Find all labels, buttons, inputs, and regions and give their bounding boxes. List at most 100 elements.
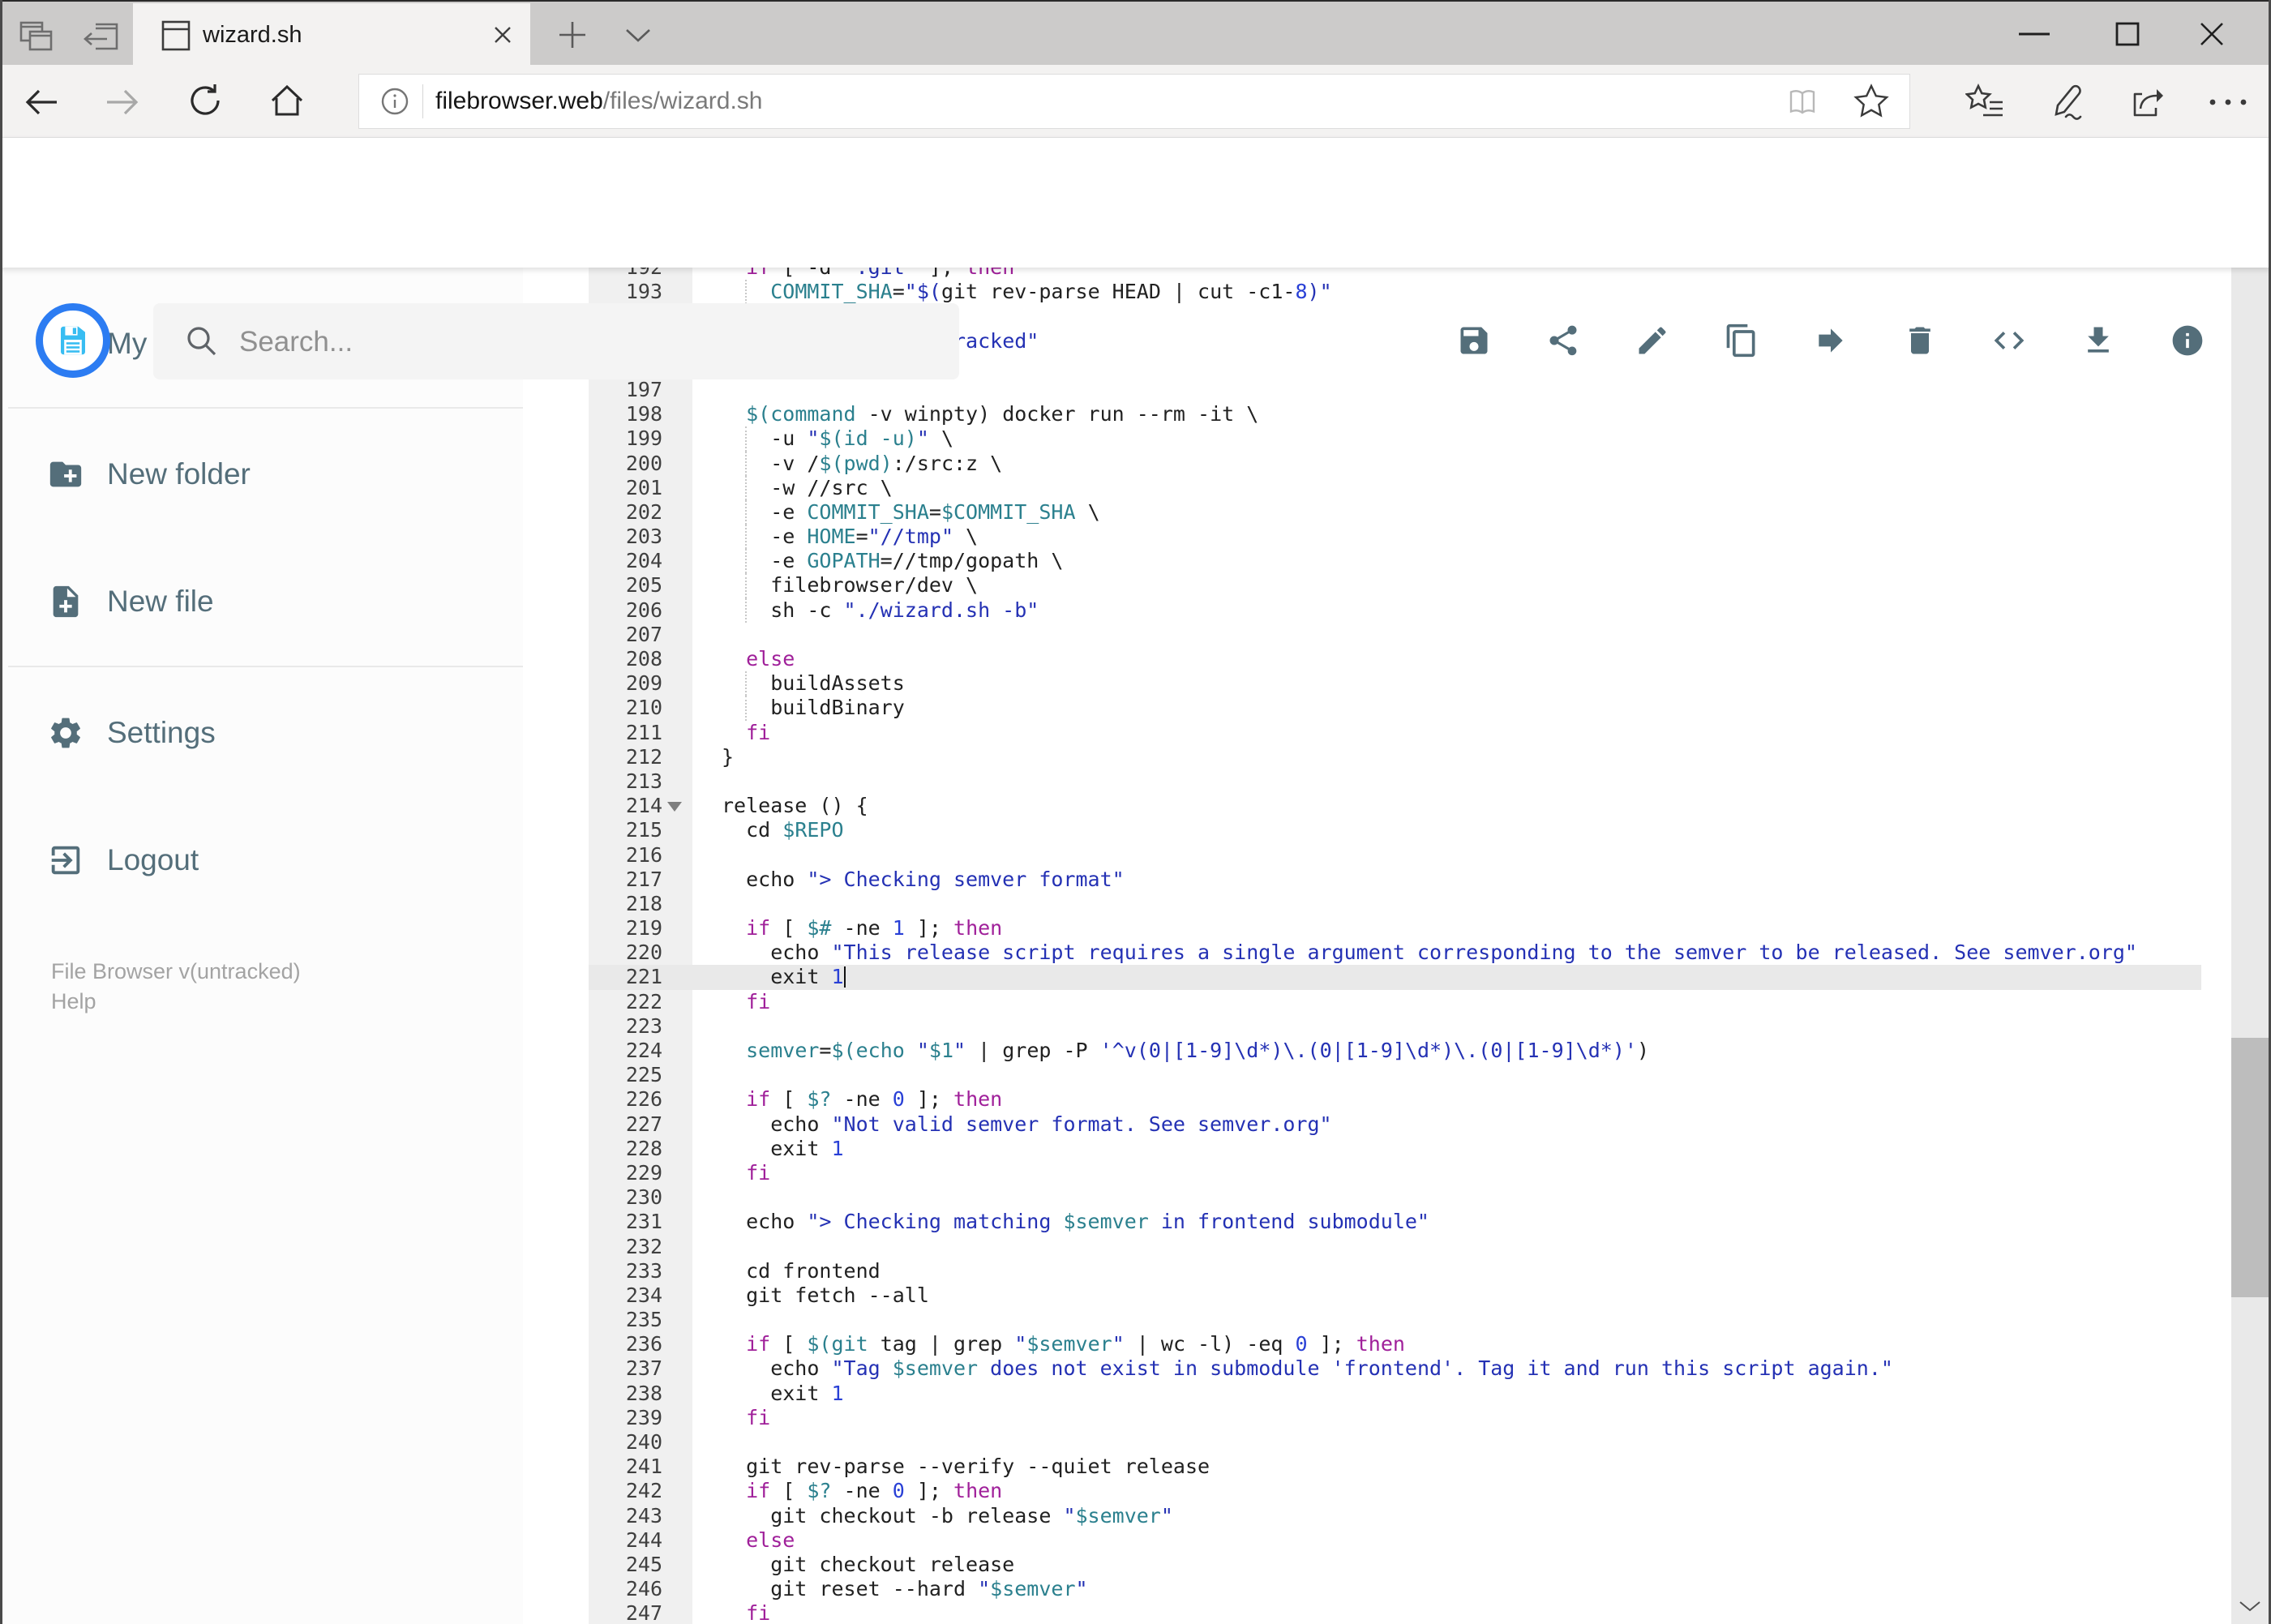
line-number: 216 [625, 842, 662, 867]
url-text[interactable]: filebrowser.web/files/wizard.sh [435, 75, 763, 128]
line-number: 215 [625, 818, 662, 842]
sidebar-item-logout[interactable]: Logout [2, 824, 523, 897]
code-line: 243 git checkout -b release "$semver" [589, 1504, 2231, 1528]
reading-view-icon[interactable] [1786, 87, 1819, 118]
vertical-scrollbar[interactable] [2231, 138, 2269, 1624]
line-number: 210 [625, 696, 662, 720]
code-line: 210 buildBinary [589, 696, 2231, 721]
fold-arrow-icon[interactable] [667, 802, 682, 812]
browser-tab[interactable]: wizard.sh [133, 3, 530, 66]
code-icon[interactable] [1986, 318, 2032, 363]
search-bar[interactable] [153, 303, 959, 381]
tab-title: wizard.sh [203, 22, 302, 48]
share-icon[interactable] [2126, 81, 2166, 122]
page-icon [161, 19, 191, 52]
home-icon[interactable] [268, 81, 306, 120]
back-icon[interactable] [21, 83, 60, 122]
refresh-icon[interactable] [186, 81, 225, 120]
info-circle-icon[interactable] [2165, 318, 2210, 363]
code-lines: 192 if [ -d ".git" ]; then193 COMMIT_SHA… [589, 268, 2231, 1624]
tab-preview-icon[interactable] [18, 16, 57, 54]
app-version-text: File Browser v(untracked) [51, 959, 301, 983]
sidebar-item-new-folder[interactable]: New folder [2, 438, 523, 511]
line-number: 235 [625, 1308, 662, 1332]
info-icon[interactable] [380, 87, 409, 116]
move-arrow-icon[interactable] [1808, 318, 1853, 363]
code-line: 217 echo "> Checking semver format" [589, 868, 2231, 892]
code-line: 212} [589, 745, 2231, 769]
copy-icon[interactable] [1719, 318, 1764, 363]
code-line: 193 COMMIT_SHA="$(git rev-parse HEAD | c… [589, 280, 2231, 305]
code-line: 230 [589, 1185, 2231, 1210]
filebrowser-floppy-logo[interactable] [36, 303, 110, 378]
favorites-hub-icon[interactable] [1965, 81, 2006, 122]
save-icon[interactable] [1451, 318, 1497, 363]
line-number: 245 [625, 1552, 662, 1576]
line-number: 204 [625, 549, 662, 573]
line-number: 220 [625, 941, 662, 965]
search-input[interactable] [238, 303, 938, 381]
download-icon[interactable] [2076, 318, 2121, 363]
code-line: 198 $(command -v winpty) docker run --rm… [589, 402, 2231, 426]
code-line: 242 if [ $? -ne 0 ]; then [589, 1479, 2231, 1503]
set-tabs-aside-icon[interactable] [81, 18, 120, 54]
code-line: 197 [589, 378, 2231, 402]
annotate-pen-icon[interactable] [2046, 81, 2087, 122]
logout-icon [51, 846, 80, 875]
line-number: 201 [625, 475, 662, 499]
sidebar-item-settings[interactable]: Settings [2, 696, 523, 769]
line-number: 221 [625, 965, 662, 989]
share-file-icon[interactable] [1540, 318, 1586, 363]
line-number: 229 [625, 1160, 662, 1185]
line-number: 243 [625, 1503, 662, 1528]
line-number: 247 [625, 1601, 662, 1624]
line-number: 212 [625, 744, 662, 769]
line-number: 219 [625, 916, 662, 941]
tab-list-chevron-icon[interactable] [623, 26, 653, 45]
window-border-left [0, 0, 2, 1624]
new-tab-button[interactable] [556, 19, 589, 51]
code-line: 208 else [589, 647, 2231, 671]
code-line: 245 git checkout release [589, 1553, 2231, 1577]
more-ellipsis-icon[interactable] [2207, 97, 2249, 107]
filebrowser-header [0, 138, 2271, 381]
code-line: 218 [589, 892, 2231, 916]
line-number: 236 [625, 1332, 662, 1356]
line-number: 205 [625, 573, 662, 598]
line-number: 202 [625, 499, 662, 524]
code-line: 206 sh -c "./wizard.sh -b" [589, 598, 2231, 623]
scroll-down-icon[interactable] [2239, 1600, 2261, 1613]
line-number: 237 [625, 1356, 662, 1381]
new-folder-icon [49, 461, 82, 487]
new-file-icon [53, 585, 79, 618]
code-line: 246 git reset --hard "$semver" [589, 1577, 2231, 1601]
code-line: 207 [589, 623, 2231, 647]
scrollbar-thumb[interactable] [2231, 1038, 2269, 1297]
line-number: 232 [625, 1234, 662, 1258]
tab-close-icon[interactable] [493, 25, 512, 45]
gear-icon [51, 718, 80, 748]
delete-trash-icon[interactable] [1897, 318, 1943, 363]
sidebar-item-label: New file [107, 585, 214, 618]
line-number: 233 [625, 1258, 662, 1283]
maximize-button[interactable] [2115, 21, 2140, 47]
address-bar[interactable]: filebrowser.web/files/wizard.sh [358, 74, 1910, 129]
edit-pencil-icon[interactable] [1630, 318, 1675, 363]
code-line: 229 fi [589, 1161, 2231, 1185]
code-line: 238 exit 1 [589, 1382, 2231, 1406]
close-button[interactable] [2199, 21, 2225, 47]
line-number: 213 [625, 769, 662, 793]
sidebar-item-new-file[interactable]: New file [2, 565, 523, 638]
line-number: 192 [589, 268, 692, 280]
code-line: 205 filebrowser/dev \ [589, 573, 2231, 598]
minimize-button[interactable] [2017, 31, 2051, 37]
code-line: 216 [589, 843, 2231, 868]
forward-icon[interactable] [104, 83, 143, 122]
code-editor[interactable]: 192 if [ -d ".git" ]; then193 COMMIT_SHA… [589, 268, 2231, 1624]
url-path: /files/wizard.sh [602, 88, 763, 114]
line-number: 222 [625, 989, 662, 1013]
favorite-star-icon[interactable] [1853, 83, 1890, 120]
code-line: 220 echo "This release script requires a… [589, 941, 2231, 965]
code-line: 204 -e GOPATH=//tmp/gopath \ [589, 549, 2231, 574]
help-link[interactable]: Help [51, 989, 96, 1014]
